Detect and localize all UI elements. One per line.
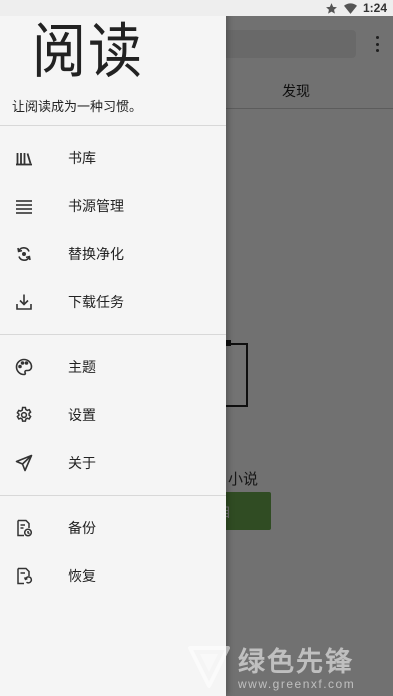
menu-label: 书源管理 bbox=[68, 199, 124, 215]
menu-item-restore[interactable]: 恢复 bbox=[0, 552, 226, 600]
menu-label: 恢复 bbox=[68, 569, 96, 585]
replace-icon bbox=[14, 244, 34, 264]
menu-item-downloads[interactable]: 下载任务 bbox=[0, 278, 226, 326]
send-icon bbox=[14, 453, 34, 473]
bookshelf-icon bbox=[14, 148, 34, 168]
divider bbox=[0, 334, 226, 335]
menu-label: 主题 bbox=[68, 360, 96, 376]
menu-item-about[interactable]: 关于 bbox=[0, 439, 226, 487]
menu-item-settings[interactable]: 设置 bbox=[0, 391, 226, 439]
wifi-icon bbox=[343, 2, 357, 15]
status-bar: 1:24 bbox=[0, 0, 393, 16]
menu-label: 替换净化 bbox=[68, 247, 124, 263]
navigation-drawer: 阅读 让阅读成为一种习惯。 书库 书源管理 替换净化 下载任务 主题 设置 关于… bbox=[0, 0, 226, 696]
menu-item-backup[interactable]: 备份 bbox=[0, 504, 226, 552]
divider bbox=[0, 495, 226, 496]
menu-label: 关于 bbox=[68, 456, 96, 472]
app-tagline: 让阅读成为一种习惯。 bbox=[12, 100, 143, 115]
palette-icon bbox=[14, 357, 34, 377]
download-icon bbox=[14, 292, 34, 312]
menu-label: 下载任务 bbox=[68, 295, 124, 311]
menu-label: 书库 bbox=[68, 151, 96, 167]
menu-item-theme[interactable]: 主题 bbox=[0, 343, 226, 391]
menu-label: 设置 bbox=[68, 408, 96, 424]
divider bbox=[0, 125, 226, 126]
list-icon bbox=[14, 196, 34, 216]
status-time: 1:24 bbox=[362, 1, 387, 15]
star-icon bbox=[325, 2, 338, 15]
settings-icon bbox=[14, 405, 34, 425]
drawer-header: 阅读 让阅读成为一种习惯。 bbox=[0, 16, 226, 126]
backup-icon bbox=[14, 518, 34, 538]
menu-item-book-sources[interactable]: 书源管理 bbox=[0, 182, 226, 230]
restore-icon bbox=[14, 566, 34, 586]
app-logo: 阅读 bbox=[32, 16, 144, 87]
menu-item-replace[interactable]: 替换净化 bbox=[0, 230, 226, 278]
menu-label: 备份 bbox=[68, 521, 96, 537]
menu-item-bookshelf[interactable]: 书库 bbox=[0, 134, 226, 182]
